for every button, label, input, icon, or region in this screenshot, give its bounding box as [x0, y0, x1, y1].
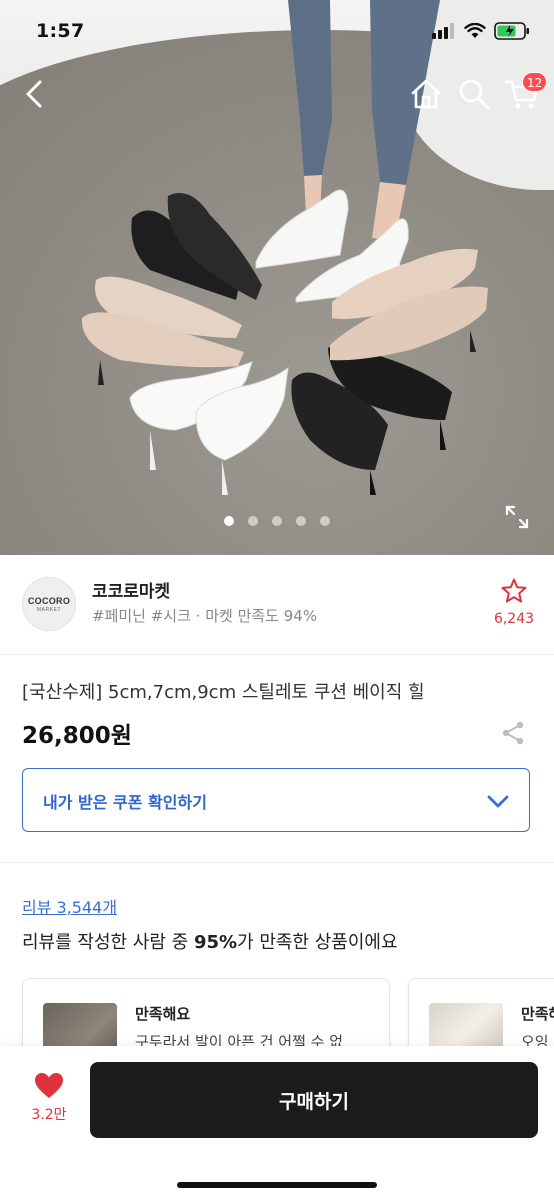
like-button[interactable]: 3.2만 — [22, 1072, 76, 1124]
review-title: 만족해요 — [521, 1005, 554, 1023]
cart-badge: 12 — [522, 72, 548, 92]
search-icon[interactable] — [456, 76, 492, 112]
product-image[interactable]: 1:57 12 — [0, 0, 554, 555]
battery-icon — [494, 22, 529, 40]
heart-icon — [35, 1073, 63, 1098]
back-icon[interactable] — [18, 76, 54, 112]
seller-row[interactable]: COCORO MARKET 코코로마켓 #페미닌 #시크 · 마켓 만족도 94… — [0, 555, 554, 655]
review-summary-suffix: 가 만족한 상품이에요 — [237, 932, 398, 953]
top-nav — [0, 66, 554, 122]
carousel-dot[interactable] — [224, 516, 234, 526]
carousel-dot[interactable] — [248, 516, 258, 526]
seller-name[interactable]: 코코로마켓 — [92, 577, 170, 602]
review-title: 만족해요 — [135, 1005, 191, 1023]
signal-icon — [432, 23, 454, 39]
seller-avatar[interactable]: COCORO MARKET — [22, 577, 76, 631]
wifi-icon — [464, 23, 486, 38]
status-icons — [432, 22, 530, 40]
like-count: 3.2만 — [31, 1107, 67, 1123]
review-count-link[interactable]: 리뷰 3,544개 — [22, 894, 117, 918]
share-icon[interactable] — [498, 718, 528, 748]
chevron-down-icon — [487, 795, 509, 808]
seller-logo-text: COCORO — [27, 595, 71, 606]
carousel-dot[interactable] — [320, 516, 330, 526]
review-summary: 리뷰를 작성한 사람 중 95%가 만족한 상품이에요 — [22, 928, 398, 954]
review-summary-percent: 95% — [193, 932, 238, 953]
star-icon — [501, 578, 527, 603]
favorite-count: 6,243 — [493, 611, 535, 627]
favorite-seller-button[interactable]: 6,243 — [486, 577, 542, 627]
bottom-action-bar: 3.2만 구매하기 — [0, 1046, 554, 1200]
product-title: [국산수제] 5cm,7cm,9cm 스틸레토 쿠션 베이직 힐 — [22, 682, 425, 703]
expand-icon[interactable] — [504, 504, 530, 530]
coupon-dropdown[interactable]: 내가 받은 쿠폰 확인하기 — [22, 768, 530, 832]
carousel-dots — [0, 516, 554, 526]
coupon-label: 내가 받은 쿠폰 확인하기 — [43, 793, 207, 812]
product-price: 26,800원 — [22, 723, 132, 749]
status-time: 1:57 — [36, 20, 85, 42]
status-bar: 1:57 — [0, 0, 554, 66]
review-summary-prefix: 리뷰를 작성한 사람 중 — [22, 932, 194, 953]
section-divider — [0, 862, 554, 863]
seller-logo-subtext: MARKET — [36, 606, 62, 613]
buy-button[interactable]: 구매하기 — [90, 1062, 538, 1138]
home-indicator — [177, 1182, 377, 1188]
seller-meta: #페미닌 #시크 · 마켓 만족도 94% — [92, 607, 318, 625]
carousel-dot[interactable] — [296, 516, 306, 526]
carousel-dot[interactable] — [272, 516, 282, 526]
home-icon[interactable] — [408, 76, 444, 112]
